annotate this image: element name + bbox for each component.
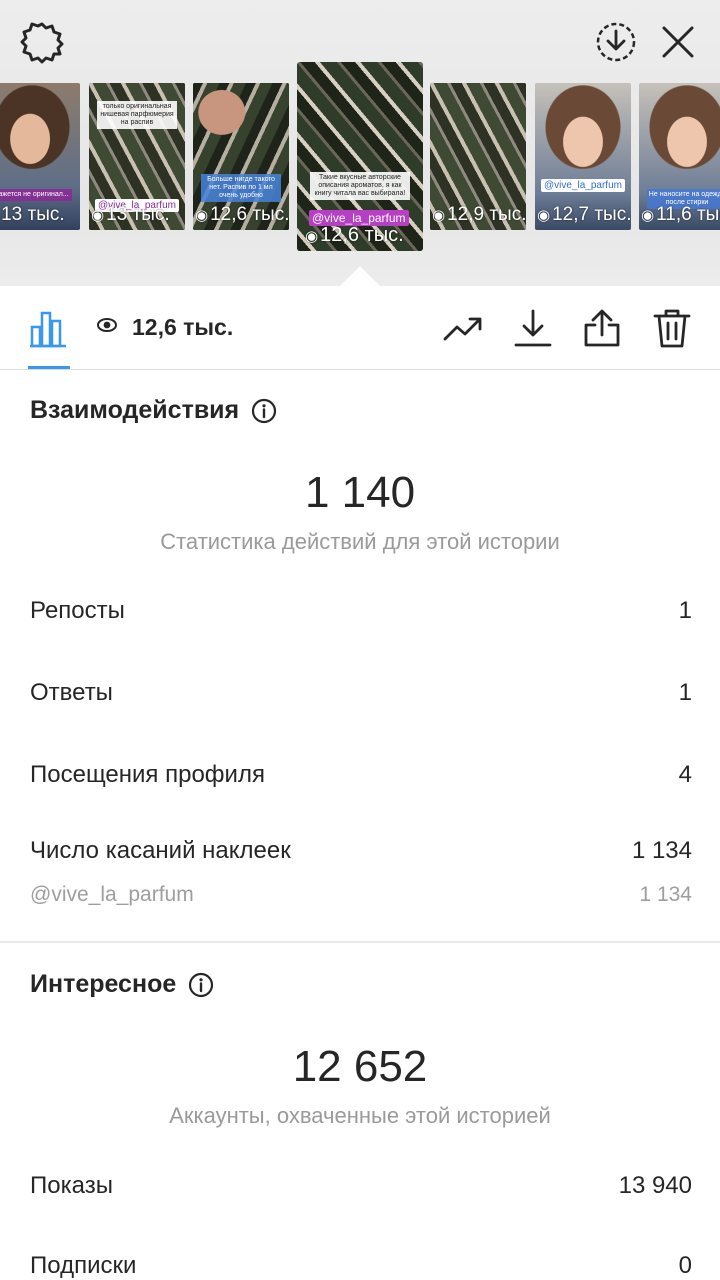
story-views: ◉ 12,6 тыс. [195, 204, 289, 225]
info-icon[interactable] [251, 398, 277, 424]
stat-value: 1 134 [631, 837, 692, 864]
stat-value: 1 134 [639, 883, 692, 906]
interactions-section-title: Взаимодействия [30, 396, 277, 425]
stat-row-sticker-mention[interactable]: @vive_la_parfum 1 134 [30, 883, 692, 907]
discovery-caption: Аккаунты, охваченные этой историей [169, 1103, 551, 1128]
gear-icon [20, 22, 64, 64]
interactions-caption: Статистика действий для этой истории [160, 529, 560, 554]
stat-value: 1 [678, 597, 692, 624]
stat-label: Ответы [30, 679, 113, 706]
story-caption: Больше нигде такого нет. Распив по 1 мл … [200, 174, 282, 203]
trending-up-icon [443, 317, 482, 341]
stat-label: Посещения профиля [30, 761, 265, 788]
download-story-button[interactable] [592, 18, 640, 66]
stat-value: 13 940 [618, 1172, 692, 1199]
share-button[interactable] [580, 306, 624, 350]
stat-row-follows: Подписки 0 [30, 1252, 692, 1280]
stat-label: Число касаний наклеек [30, 837, 291, 864]
story-caption: Такие вкусные авторские описания аромато… [309, 171, 411, 200]
save-button[interactable] [511, 306, 555, 350]
stat-value: 4 [678, 761, 692, 788]
insights-tab[interactable] [26, 306, 70, 350]
stat-label: Подписки [30, 1252, 137, 1279]
story-views: ◉11,6 тыс. [641, 204, 720, 225]
eye-icon [96, 314, 118, 341]
story-strip-area: кажется не оригинал... ◉13 тыс. только о… [0, 0, 720, 286]
story-thumbnail-selected[interactable]: Такие вкусные авторские описания аромато… [297, 62, 423, 251]
promote-button[interactable] [441, 306, 485, 350]
eye-icon: ◉ [537, 207, 551, 224]
delete-button[interactable] [650, 306, 694, 350]
eye-icon: ◉ [195, 207, 209, 224]
settings-button[interactable] [18, 18, 66, 66]
bar-chart-icon [30, 311, 66, 348]
active-tab-indicator [28, 366, 70, 369]
stat-label: @vive_la_parfum [30, 883, 194, 906]
eye-icon: ◉ [641, 207, 655, 224]
views-summary: 12,6 тыс. [96, 314, 233, 341]
stat-row-replies: Ответы 1 [30, 679, 692, 707]
story-thumbnail[interactable]: Не наносите на одежду после стирки ◉ 11,6… [639, 83, 720, 230]
stat-value: 1 [678, 679, 692, 706]
download-icon [514, 309, 552, 347]
close-button[interactable] [654, 18, 702, 66]
section-title-text: Интересное [30, 970, 177, 998]
story-thumbnail[interactable]: Больше нигде такого нет. Распив по 1 мл … [193, 83, 289, 230]
close-icon [662, 26, 694, 58]
stat-label: Показы [30, 1172, 113, 1199]
eye-icon: ◉ [91, 207, 105, 224]
story-views: ◉ 12,7 тыс. [537, 204, 631, 225]
story-mention-sticker: @vive_la_parfum [541, 179, 625, 192]
stat-label: Репосты [30, 597, 125, 624]
stat-row-reposts: Репосты 1 [30, 597, 692, 625]
share-icon [584, 309, 620, 347]
story-thumbnail[interactable]: ◉ 12,9 тыс. [430, 83, 526, 230]
story-views: ◉ 12,9 тыс. [432, 204, 526, 225]
download-circle-icon [596, 22, 636, 62]
info-icon[interactable] [188, 972, 214, 998]
story-thumbnail[interactable]: @vive_la_parfum ◉ 12,7 тыс. [535, 83, 631, 230]
interactions-total: 1 140 [304, 468, 416, 517]
eye-icon: ◉ [305, 227, 319, 245]
story-views: ◉13 тыс. [91, 204, 170, 225]
stat-value: 0 [678, 1252, 692, 1279]
stat-row-profile-visits: Посещения профиля 4 [30, 761, 692, 789]
stat-row-sticker-taps: Число касаний наклеек 1 134 [30, 837, 692, 865]
story-views: ◉13 тыс. [1, 204, 65, 225]
eye-icon: ◉ [432, 207, 446, 224]
story-thumbnail[interactable]: кажется не оригинал... ◉13 тыс. [0, 83, 80, 230]
selected-story-pointer [340, 266, 380, 286]
story-caption: кажется не оригинал... [0, 188, 73, 201]
section-title-text: Взаимодействия [30, 396, 240, 424]
story-views: ◉ 12,6 тыс. [305, 224, 404, 246]
section-divider [0, 941, 720, 943]
discovery-section-title: Интересное [30, 970, 214, 999]
story-caption: только оригинальная нишевая парфюмерия н… [96, 100, 178, 129]
trash-icon [653, 309, 691, 348]
discovery-total: 12 652 [292, 1042, 428, 1091]
story-toolbar: 12,6 тыс. [0, 286, 720, 370]
story-thumbnail[interactable]: только оригинальная нишевая парфюмерия н… [89, 83, 185, 230]
views-count: 12,6 тыс. [132, 314, 234, 340]
stat-row-impressions: Показы 13 940 [30, 1172, 692, 1200]
